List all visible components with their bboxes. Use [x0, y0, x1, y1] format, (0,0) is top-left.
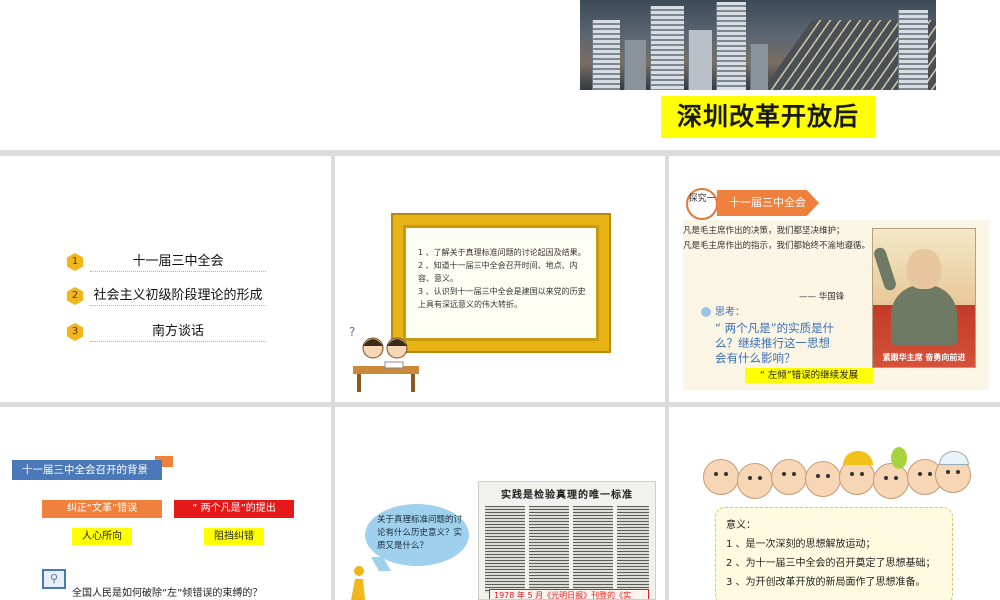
think-label: 思考： [715, 307, 745, 318]
quote-author: —— 华国锋 [799, 292, 845, 302]
question-text: 全国人民是如何破除“左”倾错误的束缚的？ [72, 588, 263, 599]
propaganda-poster: 紧跟华主席 奋勇向前进 [872, 228, 976, 368]
significance-point-1: 1 、是一次深刻的思想解放运动； [726, 539, 876, 550]
number-badge-icon: 2 [66, 287, 84, 305]
quote-line-2: 凡是毛主席作出的指示，我们都始终不渝地遵循。 [683, 241, 871, 251]
correct-errors-box: 纠正“文革”错误 [42, 500, 162, 518]
background-header: 十一届三中全会召开的背景 [12, 460, 162, 480]
toc-label: 南方谈话 [90, 322, 266, 342]
explore-badge: 探究一 [686, 188, 718, 220]
slide-contents[interactable]: 1 十一届三中全会 2 社会主义初级阶段理论的形成 3 南方谈话 [0, 156, 331, 402]
quote-text: 凡是毛主席作出的决策，我们都坚决维护； 凡是毛主席作出的指示，我们都始终不渝地遵… [683, 224, 871, 254]
newspaper-caption: 1978 年 5 月《光明日报》刊登的《实 [489, 589, 649, 599]
studying-kids-icon: ? [349, 325, 419, 392]
goal-1: 1 、了解关于真理标准问题的讨论起因及结果。 [418, 248, 586, 257]
significance-sheet: 意义： 1 、是一次深刻的思想解放运动； 2 、为十一届三中全会的召开奠定了思想… [715, 507, 953, 600]
newspaper-headline: 实践是检验真理的唯一标准 [501, 490, 633, 501]
magnifier-icon: ⚲ [42, 569, 66, 589]
thinking-person-icon [351, 566, 365, 600]
two-whatevers-box: “ 两个凡是”的提出 [174, 500, 294, 518]
obstruct-label: 阻挡纠错 [204, 528, 264, 545]
slide-background[interactable]: 十一届三中全会召开的背景 纠正“文革”错误 “ 两个凡是”的提出 人心所向 阻挡… [0, 407, 331, 600]
bullet-dot-icon [701, 307, 711, 317]
kids-illustration [703, 449, 971, 505]
toc-item-3[interactable]: 3 南方谈话 [66, 322, 266, 344]
popular-will-label: 人心所向 [72, 528, 132, 545]
answer-highlight: “ 左倾”错误的继续发展 [745, 368, 873, 383]
slide-explore[interactable]: 探究一 十一届三中全会 凡是毛主席作出的决策，我们都坚决维护； 凡是毛主席作出的… [669, 156, 1000, 402]
newspaper-image: 实践是检验真理的唯一标准 1978 年 5 月《光明日报》刊登的《实 [478, 481, 656, 600]
goal-3: 3 、认识到十一届三中全会是建国以来党的历史上具有深远意义的伟大转折。 [418, 287, 586, 309]
slide-significance[interactable]: 意义： 1 、是一次深刻的思想解放运动； 2 、为十一届三中全会的召开奠定了思想… [669, 407, 1000, 600]
toc-item-1[interactable]: 1 十一届三中全会 [66, 252, 266, 274]
slide-truth-debate[interactable]: 关于真理标准问题的讨论有什么历史意义？实质又是什么？ 实践是检验真理的唯一标准 … [335, 407, 665, 600]
shenzhen-caption: 深圳改革开放后 [661, 96, 875, 138]
significance-title: 意义： [726, 520, 756, 531]
goal-2: 2 、知道十一届三中全会召开时间、地点、内容、意义。 [418, 261, 578, 283]
svg-text:?: ? [349, 325, 355, 339]
toc-label: 十一届三中全会 [90, 252, 266, 272]
think-question: “ 两个凡是”的实质是什么？继续推行这一思想会有什么影响？ [715, 321, 835, 365]
number-badge-icon: 3 [66, 323, 84, 341]
significance-point-3: 3 、为开创改革开放的新局面作了思想准备。 [726, 577, 926, 588]
toc-item-2[interactable]: 2 社会主义初级阶段理论的形成 [66, 286, 266, 308]
significance-point-2: 2 、为十一届三中全会的召开奠定了思想基础； [726, 558, 936, 569]
number-badge-icon: 1 [66, 253, 84, 271]
balloon-icon [891, 447, 907, 469]
slide-top[interactable]: 深圳改革开放后 [0, 0, 1000, 150]
shenzhen-city-photo [580, 0, 936, 90]
explore-tag: 十一届三中全会 [717, 190, 819, 216]
slide-goals[interactable]: 1 、了解关于真理标准问题的讨论起因及结果。 2 、知道十一届三中全会召开时间、… [335, 156, 665, 402]
poster-caption: 紧跟华主席 奋勇向前进 [882, 353, 966, 362]
toc-label: 社会主义初级阶段理论的形成 [90, 286, 266, 306]
quote-line-1: 凡是毛主席作出的决策，我们都坚决维护； [683, 226, 845, 236]
